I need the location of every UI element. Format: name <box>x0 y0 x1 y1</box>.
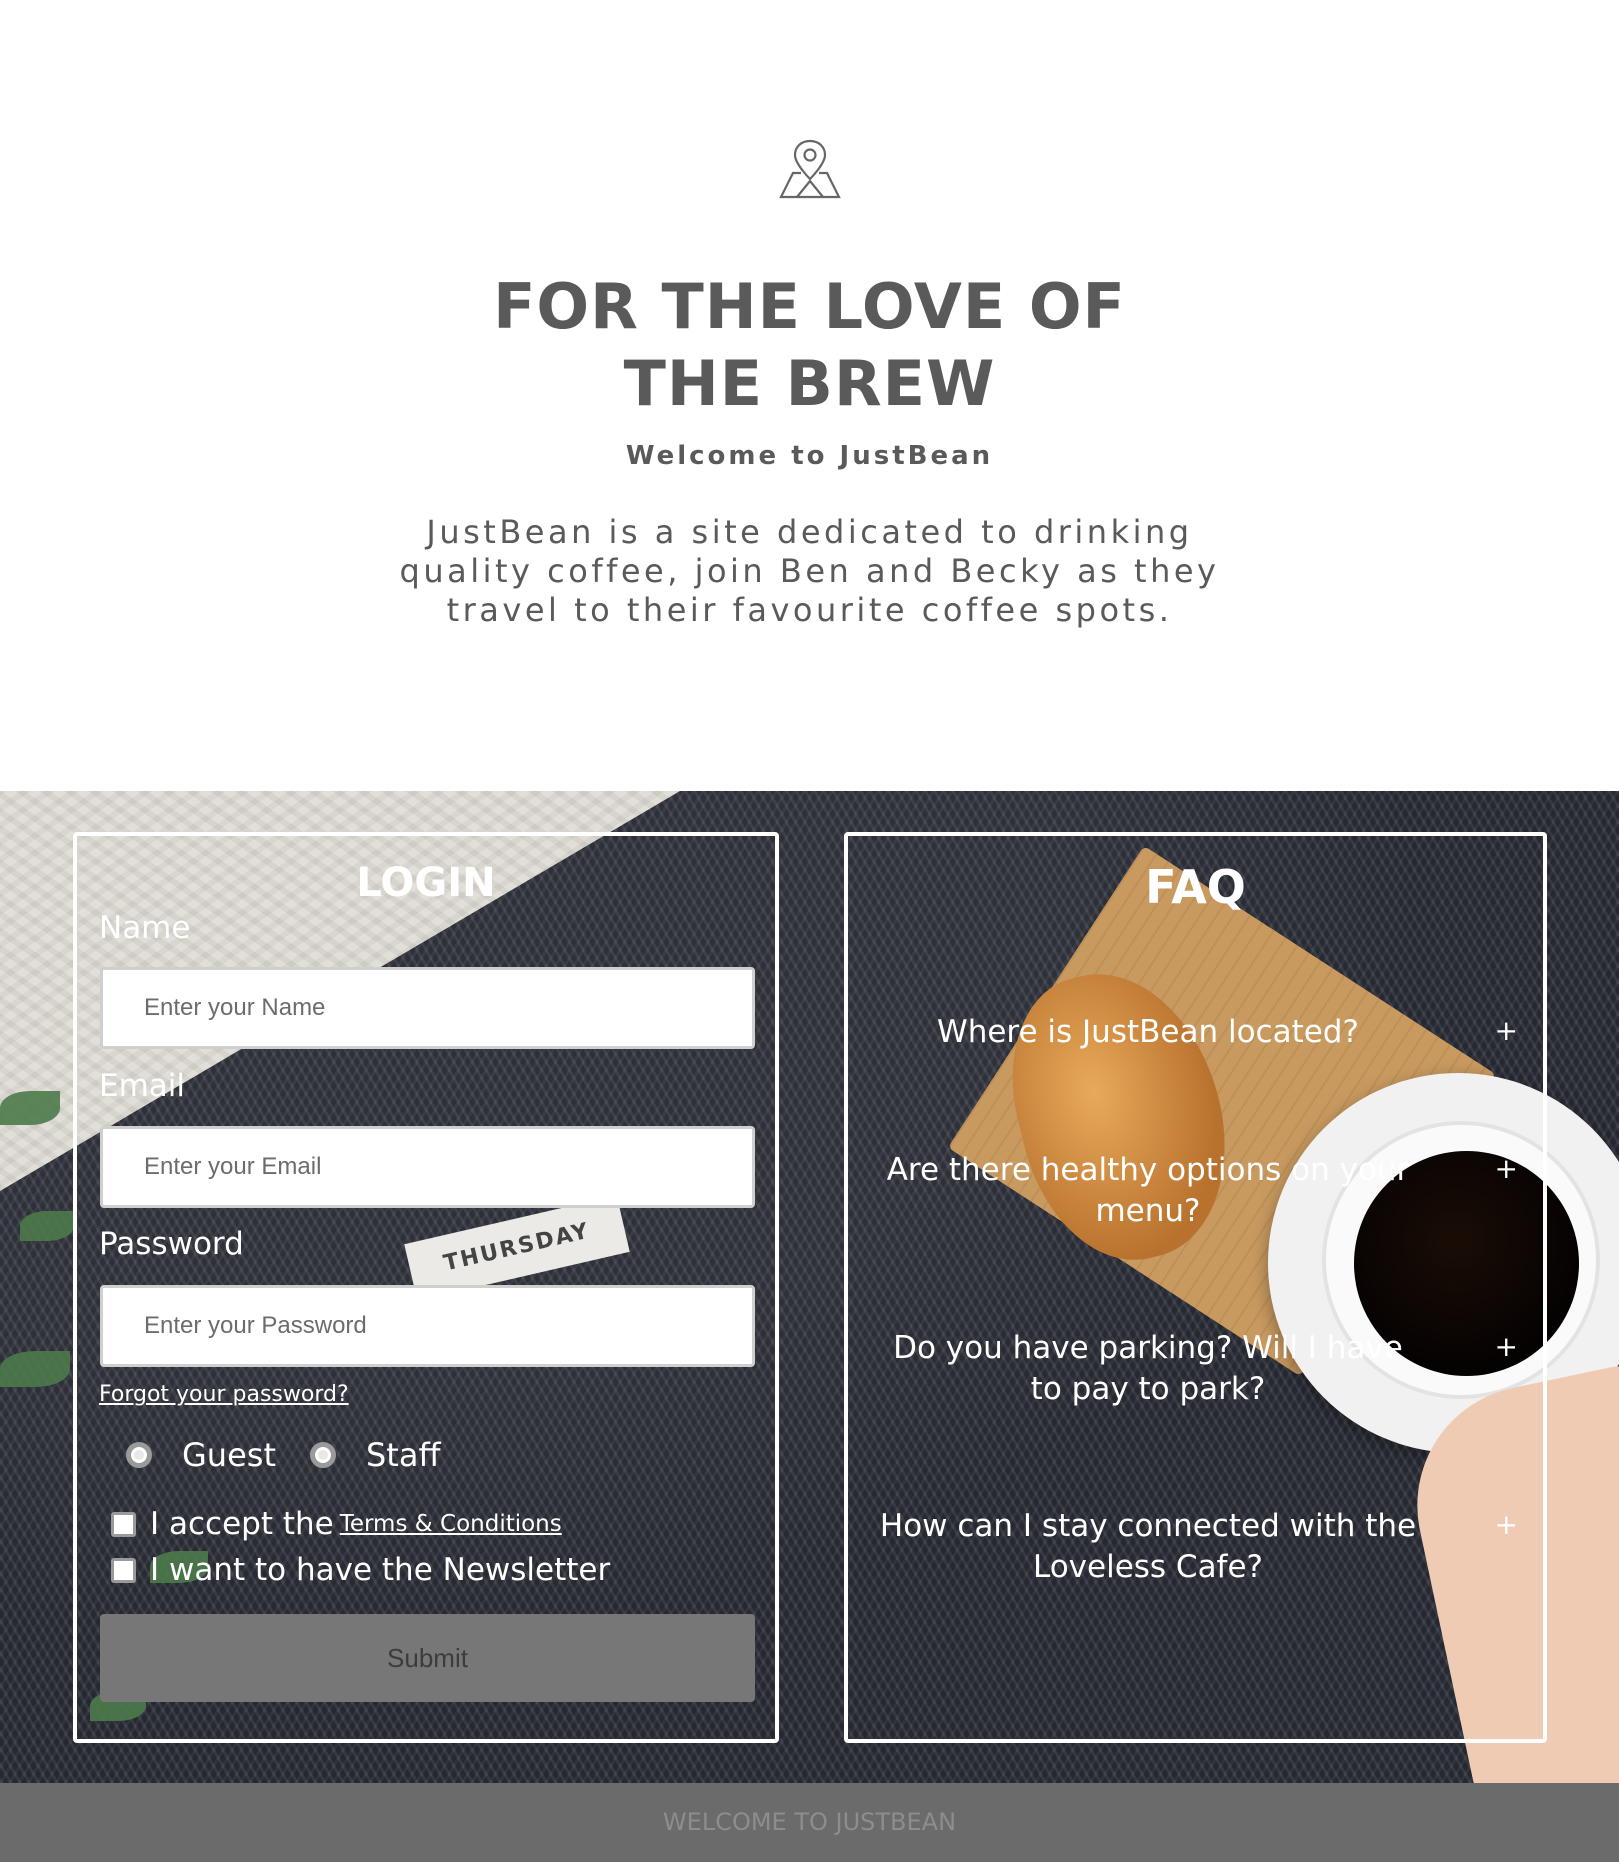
newsletter-label: I want to have the Newsletter <box>150 1552 611 1588</box>
name-input[interactable] <box>100 967 755 1049</box>
login-form: LOGIN Name Email Password Forgot your pa… <box>73 832 779 1743</box>
faq-panel: FAQ Where is JustBean located? + Are the… <box>844 832 1547 1743</box>
staff-radio-label: Staff <box>365 1436 441 1474</box>
newsletter-row: I want to have the Newsletter <box>111 1552 610 1588</box>
terms-link[interactable]: Terms & Conditions <box>340 1511 562 1537</box>
faq-question: Do you have parking? Will I have to pay … <box>893 1330 1403 1407</box>
faq-question: How can I stay connected with the Lovele… <box>879 1508 1417 1585</box>
footer: WELCOME TO JUSTBEAN <box>0 1783 1619 1862</box>
faq-item[interactable]: How can I stay connected with the Lovele… <box>878 1506 1518 1588</box>
faq-question: Where is JustBean located? <box>937 1014 1359 1050</box>
page-title: FOR THE LOVE OF THE BREW <box>0 268 1619 422</box>
faq-item[interactable]: Are there healthy options on your menu? … <box>878 1150 1518 1232</box>
faq-heading: FAQ <box>1145 860 1246 914</box>
password-label: Password <box>99 1226 244 1262</box>
forgot-password-link[interactable]: Forgot your password? <box>99 1382 349 1407</box>
welcome-subtitle: Welcome to JustBean <box>625 441 994 471</box>
guest-radio[interactable] <box>126 1442 152 1468</box>
faq-item[interactable]: Where is JustBean located? + <box>878 1012 1518 1053</box>
email-label: Email <box>99 1068 186 1104</box>
intro-text: JustBean is a site dedicated to drinking… <box>399 513 1220 629</box>
email-input[interactable] <box>100 1126 755 1208</box>
terms-checkbox[interactable] <box>111 1511 136 1537</box>
staff-radio[interactable] <box>309 1442 336 1468</box>
page-title-line-2: THE BREW <box>623 347 996 420</box>
newsletter-checkbox[interactable] <box>111 1557 136 1583</box>
leaf-decoration <box>0 1351 70 1387</box>
name-label: Name <box>99 910 191 946</box>
expand-plus-icon[interactable]: + <box>1495 1330 1518 1363</box>
terms-label: I accept the <box>150 1506 334 1542</box>
faq-item[interactable]: Do you have parking? Will I have to pay … <box>878 1328 1518 1410</box>
leaf-decoration <box>0 1091 60 1125</box>
faq-question: Are there healthy options on your menu? <box>886 1152 1410 1229</box>
password-input[interactable] <box>100 1285 755 1367</box>
expand-plus-icon[interactable]: + <box>1495 1014 1518 1047</box>
hero-section: FOR THE LOVE OF THE BREW Welcome to Just… <box>0 0 1619 791</box>
leaf-decoration <box>20 1211 74 1241</box>
role-radio-group: Guest Staff <box>126 1436 475 1474</box>
expand-plus-icon[interactable]: + <box>1495 1508 1518 1541</box>
expand-plus-icon[interactable]: + <box>1495 1152 1518 1185</box>
footer-text: WELCOME TO JUSTBEAN <box>662 1808 957 1836</box>
login-heading: LOGIN <box>356 860 496 906</box>
map-pin-icon <box>779 139 841 199</box>
terms-row: I accept the Terms & Conditions <box>111 1506 562 1542</box>
page-title-line-1: FOR THE LOVE OF <box>493 270 1126 343</box>
submit-button[interactable]: Submit <box>100 1614 755 1702</box>
guest-radio-label: Guest <box>182 1436 276 1474</box>
